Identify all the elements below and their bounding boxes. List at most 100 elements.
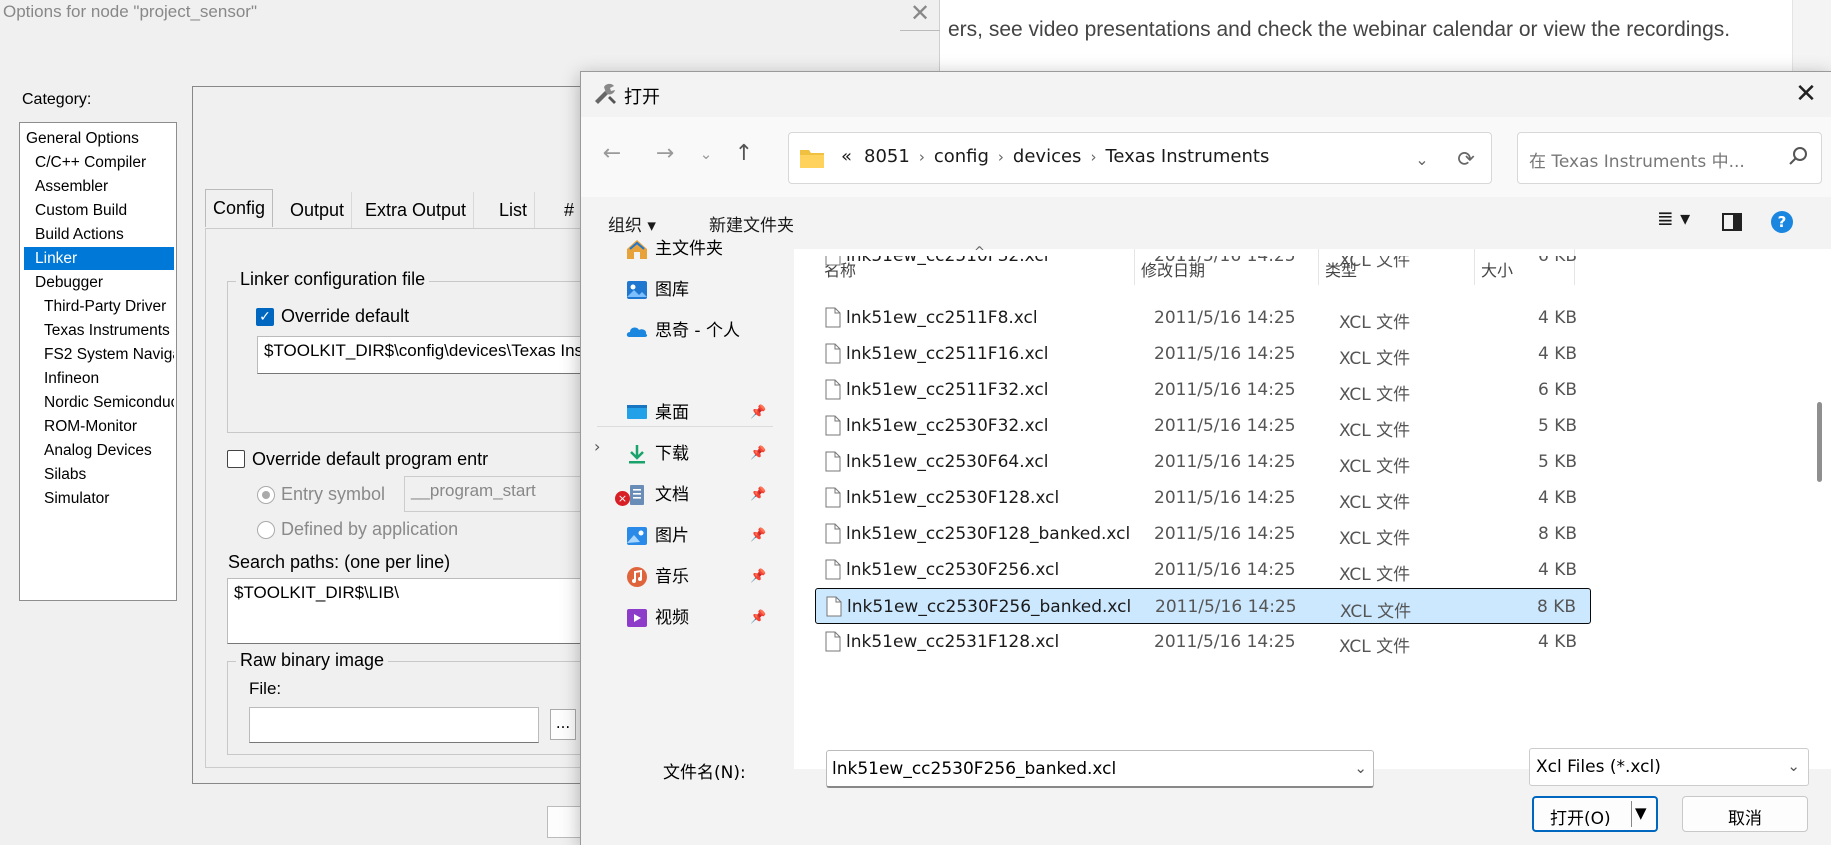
category-item[interactable]: Debugger: [24, 271, 174, 294]
file-row[interactable]: lnk51ew_cc2530F128_banked.xcl 2011/5/16 1…: [815, 516, 1591, 552]
category-item[interactable]: General Options: [24, 127, 174, 150]
nav-item[interactable]: 桌面: [655, 394, 689, 432]
file-icon: [825, 379, 841, 400]
file-date: 2011/5/16 14:25: [1154, 416, 1296, 436]
tab-0[interactable]: Config: [205, 189, 274, 227]
category-item[interactable]: Texas Instruments: [24, 319, 174, 342]
entry-symbol-radio[interactable]: [257, 486, 275, 504]
file-row[interactable]: lnk51ew_cc2530F128.xcl 2011/5/16 14:25 XCL…: [815, 480, 1591, 516]
open-button-label: 打开(O): [1550, 809, 1611, 829]
file-field[interactable]: [249, 707, 539, 743]
gallery-icon: [627, 281, 647, 299]
file-size: 8 KB: [1536, 597, 1576, 617]
override-default-checkbox[interactable]: ✓: [256, 308, 274, 326]
pin-icon[interactable]: 📌: [750, 487, 766, 502]
breadcrumb-item[interactable]: 8051: [864, 146, 910, 167]
category-item[interactable]: Simulator: [24, 487, 174, 510]
search-box[interactable]: 在 Texas Instruments 中...: [1517, 132, 1822, 184]
breadcrumb-overflow[interactable]: «: [841, 146, 852, 167]
entry-symbol-field[interactable]: __program_start: [404, 476, 587, 512]
search-icon[interactable]: [1787, 145, 1809, 167]
nav-item[interactable]: 图库: [655, 271, 689, 309]
chevron-down-icon[interactable]: ⌄: [1407, 143, 1437, 175]
pin-icon[interactable]: 📌: [750, 528, 766, 543]
nav-item[interactable]: 主文件夹: [655, 230, 723, 268]
category-item[interactable]: Custom Build: [24, 199, 174, 222]
chevron-right-icon: ›: [1090, 148, 1097, 166]
back-button[interactable]: ←: [595, 138, 629, 172]
filename-input[interactable]: lnk51ew_cc2530F256_banked.xcl ⌄: [826, 750, 1374, 788]
tab-2[interactable]: Extra Output: [358, 192, 475, 228]
expand-chevron-icon[interactable]: ›: [594, 437, 600, 456]
music-icon: [627, 567, 647, 587]
file-list-scrollbar[interactable]: [1817, 402, 1822, 482]
file-row[interactable]: lnk51ew_cc2530F256_banked.xcl 2011/5/16 1…: [815, 588, 1591, 624]
file-row[interactable]: lnk51ew_cc2530F32.xcl 2011/5/16 14:25 XCL …: [815, 408, 1591, 444]
file-name: lnk51ew_cc2530F256_banked.xcl: [847, 597, 1132, 617]
up-button[interactable]: ↑: [727, 138, 761, 172]
category-item[interactable]: Silabs: [24, 463, 174, 486]
category-item[interactable]: ROM-Monitor: [24, 415, 174, 438]
file-row[interactable]: lnk51ew_cc2511F32.xcl 2011/5/16 14:25 XCL …: [815, 372, 1591, 408]
forward-button[interactable]: →: [648, 138, 682, 172]
address-bar[interactable]: « 8051 › config › devices › Texas Instruments ⌄…: [788, 132, 1492, 184]
file-type: XCL 文件: [1339, 457, 1411, 477]
pin-icon[interactable]: 📌: [750, 405, 766, 420]
nav-item[interactable]: 文档: [655, 476, 689, 514]
chevron-down-icon[interactable]: ⌄: [1354, 759, 1367, 777]
config-file-path-field[interactable]: $TOOLKIT_DIR$\config\devices\Texas Instr…: [257, 336, 587, 374]
breadcrumb-item[interactable]: devices: [1013, 146, 1082, 167]
category-item[interactable]: Analog Devices: [24, 439, 174, 462]
category-item[interactable]: Build Actions: [24, 223, 174, 246]
options-close-button[interactable]: ✕: [900, 0, 940, 28]
nav-item[interactable]: 下载: [655, 435, 689, 473]
breadcrumb-item[interactable]: Texas Instruments: [1105, 146, 1269, 167]
file-row[interactable]: lnk51ew_cc2511F8.xcl 2011/5/16 14:25 XCL 文…: [815, 300, 1591, 336]
category-item[interactable]: C/C++ Compiler: [24, 151, 174, 174]
open-button[interactable]: 打开(O) ▼: [1532, 796, 1658, 832]
nav-item[interactable]: 思奇 - 个人: [655, 312, 740, 350]
category-item[interactable]: Nordic Semiconductor: [24, 391, 174, 414]
file-row[interactable]: lnk51ew_cc2511F16.xcl 2011/5/16 14:25 XCL …: [815, 336, 1591, 372]
search-paths-field[interactable]: $TOOLKIT_DIR$\LIB\: [227, 578, 587, 644]
category-item[interactable]: Assembler: [24, 175, 174, 198]
pin-icon[interactable]: 📌: [750, 569, 766, 584]
category-item[interactable]: FS2 System Navigator: [24, 343, 174, 366]
organize-button[interactable]: 组织 ▾: [608, 211, 656, 236]
category-list[interactable]: General Options C/C++ Compiler Assembler Cu…: [19, 122, 177, 601]
file-row[interactable]: lnk51ew_cc2530F64.xcl 2011/5/16 14:25 XCL …: [815, 444, 1591, 480]
file-row[interactable]: lnk51ew_cc2510F32.xcl 2011/5/16 14:25 XCL …: [815, 256, 1591, 274]
pin-icon[interactable]: 📌: [750, 446, 766, 461]
file-type: XCL 文件: [1339, 256, 1411, 271]
nav-item[interactable]: 视频: [655, 599, 689, 637]
file-size: 4 KB: [1537, 632, 1577, 652]
cancel-button-label: 取消: [1728, 809, 1762, 829]
defined-by-app-radio[interactable]: [257, 521, 275, 539]
view-options-icon[interactable]: ≣ ▾: [1657, 206, 1690, 230]
file-label: File:: [249, 679, 282, 698]
help-icon[interactable]: ?: [1770, 210, 1794, 234]
filetype-select[interactable]: Xcl Files (*.xcl) ⌄: [1529, 748, 1809, 786]
file-icon: [825, 451, 841, 472]
category-item[interactable]: Third-Party Driver: [24, 295, 174, 318]
preview-pane-icon[interactable]: [1722, 213, 1742, 231]
refresh-icon[interactable]: ⟳: [1449, 143, 1483, 175]
dropdown-arrow-icon[interactable]: ▼: [1635, 804, 1647, 822]
nav-item[interactable]: 图片: [655, 517, 689, 555]
file-row[interactable]: lnk51ew_cc2530F256.xcl 2011/5/16 14:25 XCL…: [815, 552, 1591, 588]
cancel-button[interactable]: 取消: [1682, 796, 1808, 832]
browse-button[interactable]: ...: [550, 709, 576, 740]
nav-item[interactable]: 音乐: [655, 558, 689, 596]
tab-1[interactable]: Output: [283, 192, 353, 228]
override-entry-checkbox[interactable]: [227, 450, 245, 468]
file-row[interactable]: lnk51ew_cc2531F128.xcl 2011/5/16 14:25 XCL…: [815, 624, 1591, 660]
category-item[interactable]: Linker: [24, 247, 174, 270]
tab-3[interactable]: List: [492, 192, 536, 228]
file-name: lnk51ew_cc2530F256.xcl: [846, 560, 1060, 580]
pin-icon[interactable]: 📌: [750, 610, 766, 625]
recent-locations-button[interactable]: ⌄: [689, 138, 723, 172]
tab-4[interactable]: #: [557, 192, 583, 228]
file-dialog-close-button[interactable]: ✕: [1781, 72, 1831, 117]
category-item[interactable]: Infineon: [24, 367, 174, 390]
breadcrumb-item[interactable]: config: [934, 146, 989, 167]
